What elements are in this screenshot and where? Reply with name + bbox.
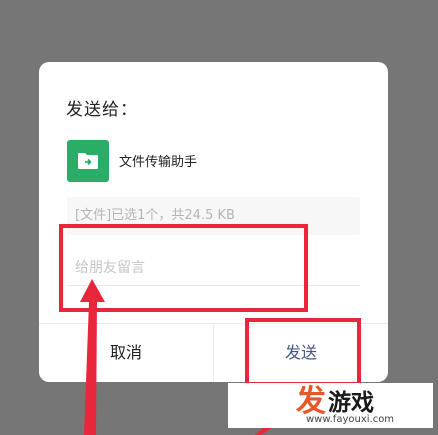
message-input[interactable] [67,250,360,286]
dialog-title: 发送给： [66,100,138,120]
file-info: [文件]已选1个，共24.5 KB [67,197,360,235]
send-button[interactable]: 发送 [214,324,388,382]
watermark-name: 游戏 [328,390,374,416]
cancel-button[interactable]: 取消 [39,324,213,382]
watermark-url: www.fayouxi.com [306,414,395,425]
site-watermark: 发 游戏 www.fayouxi.com [228,383,433,428]
send-to-dialog: 发送给： 文件传输助手 [文件]已选1个，共24.5 KB 取消 发送 [39,62,388,382]
folder-icon [67,140,109,182]
recipient-name: 文件传输助手 [119,155,198,170]
